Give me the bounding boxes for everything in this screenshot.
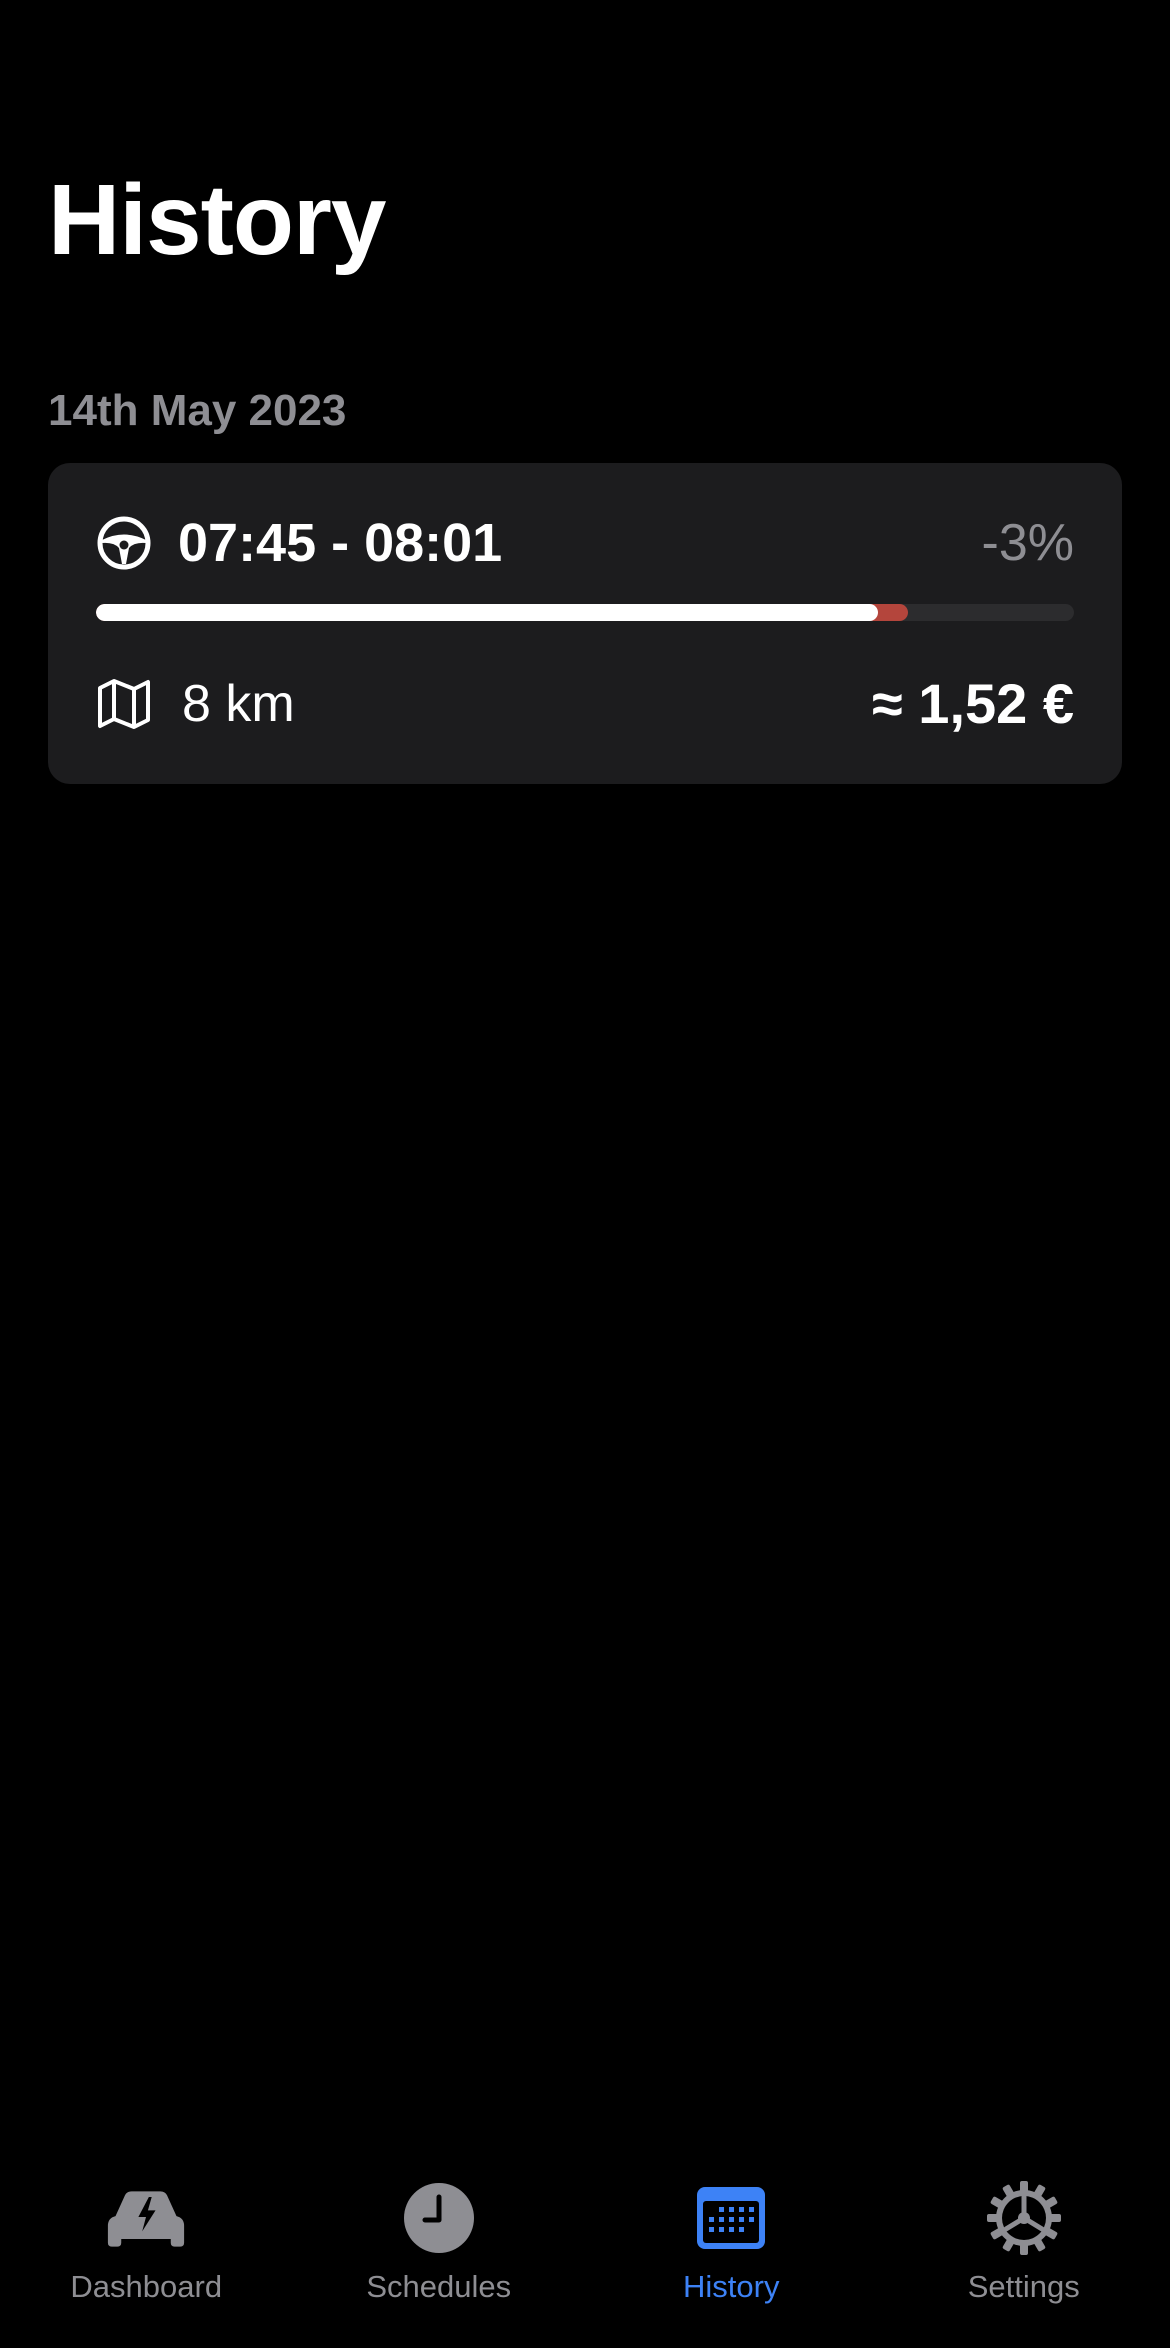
tab-label: Settings [967, 2269, 1080, 2304]
trip-card-footer: 8 km ≈ 1,52 € [96, 668, 1074, 740]
steering-wheel-icon [96, 515, 152, 571]
battery-delta: -3% [981, 514, 1074, 572]
battery-remaining-segment [96, 604, 879, 621]
clock-icon [399, 2182, 479, 2254]
trip-time-range: 07:45 - 08:01 [178, 513, 503, 573]
trip-card[interactable]: 07:45 - 08:01 -3% 8 km ≈ 1,52 € [48, 463, 1122, 784]
map-icon [96, 676, 152, 732]
tab-label: History [683, 2269, 780, 2304]
trip-cost: ≈ 1,52 € [872, 672, 1074, 735]
car-bolt-icon [106, 2182, 186, 2254]
trip-distance: 8 km [182, 675, 295, 733]
tab-label: Schedules [366, 2269, 512, 2304]
gear-icon [984, 2181, 1064, 2255]
calendar-icon [691, 2182, 771, 2254]
battery-level-bar [96, 604, 1074, 621]
section-date-header: 14th May 2023 [48, 386, 347, 435]
tab-bar: Dashboard Schedules History Settings [0, 2160, 1170, 2348]
tab-history[interactable]: History [585, 2160, 878, 2348]
tab-schedules[interactable]: Schedules [293, 2160, 586, 2348]
tab-settings[interactable]: Settings [878, 2160, 1170, 2348]
trip-card-header: 07:45 - 08:01 -3% [96, 507, 1074, 579]
tab-label: Dashboard [70, 2269, 223, 2304]
tab-dashboard[interactable]: Dashboard [0, 2160, 293, 2348]
page-title: History [48, 164, 387, 276]
